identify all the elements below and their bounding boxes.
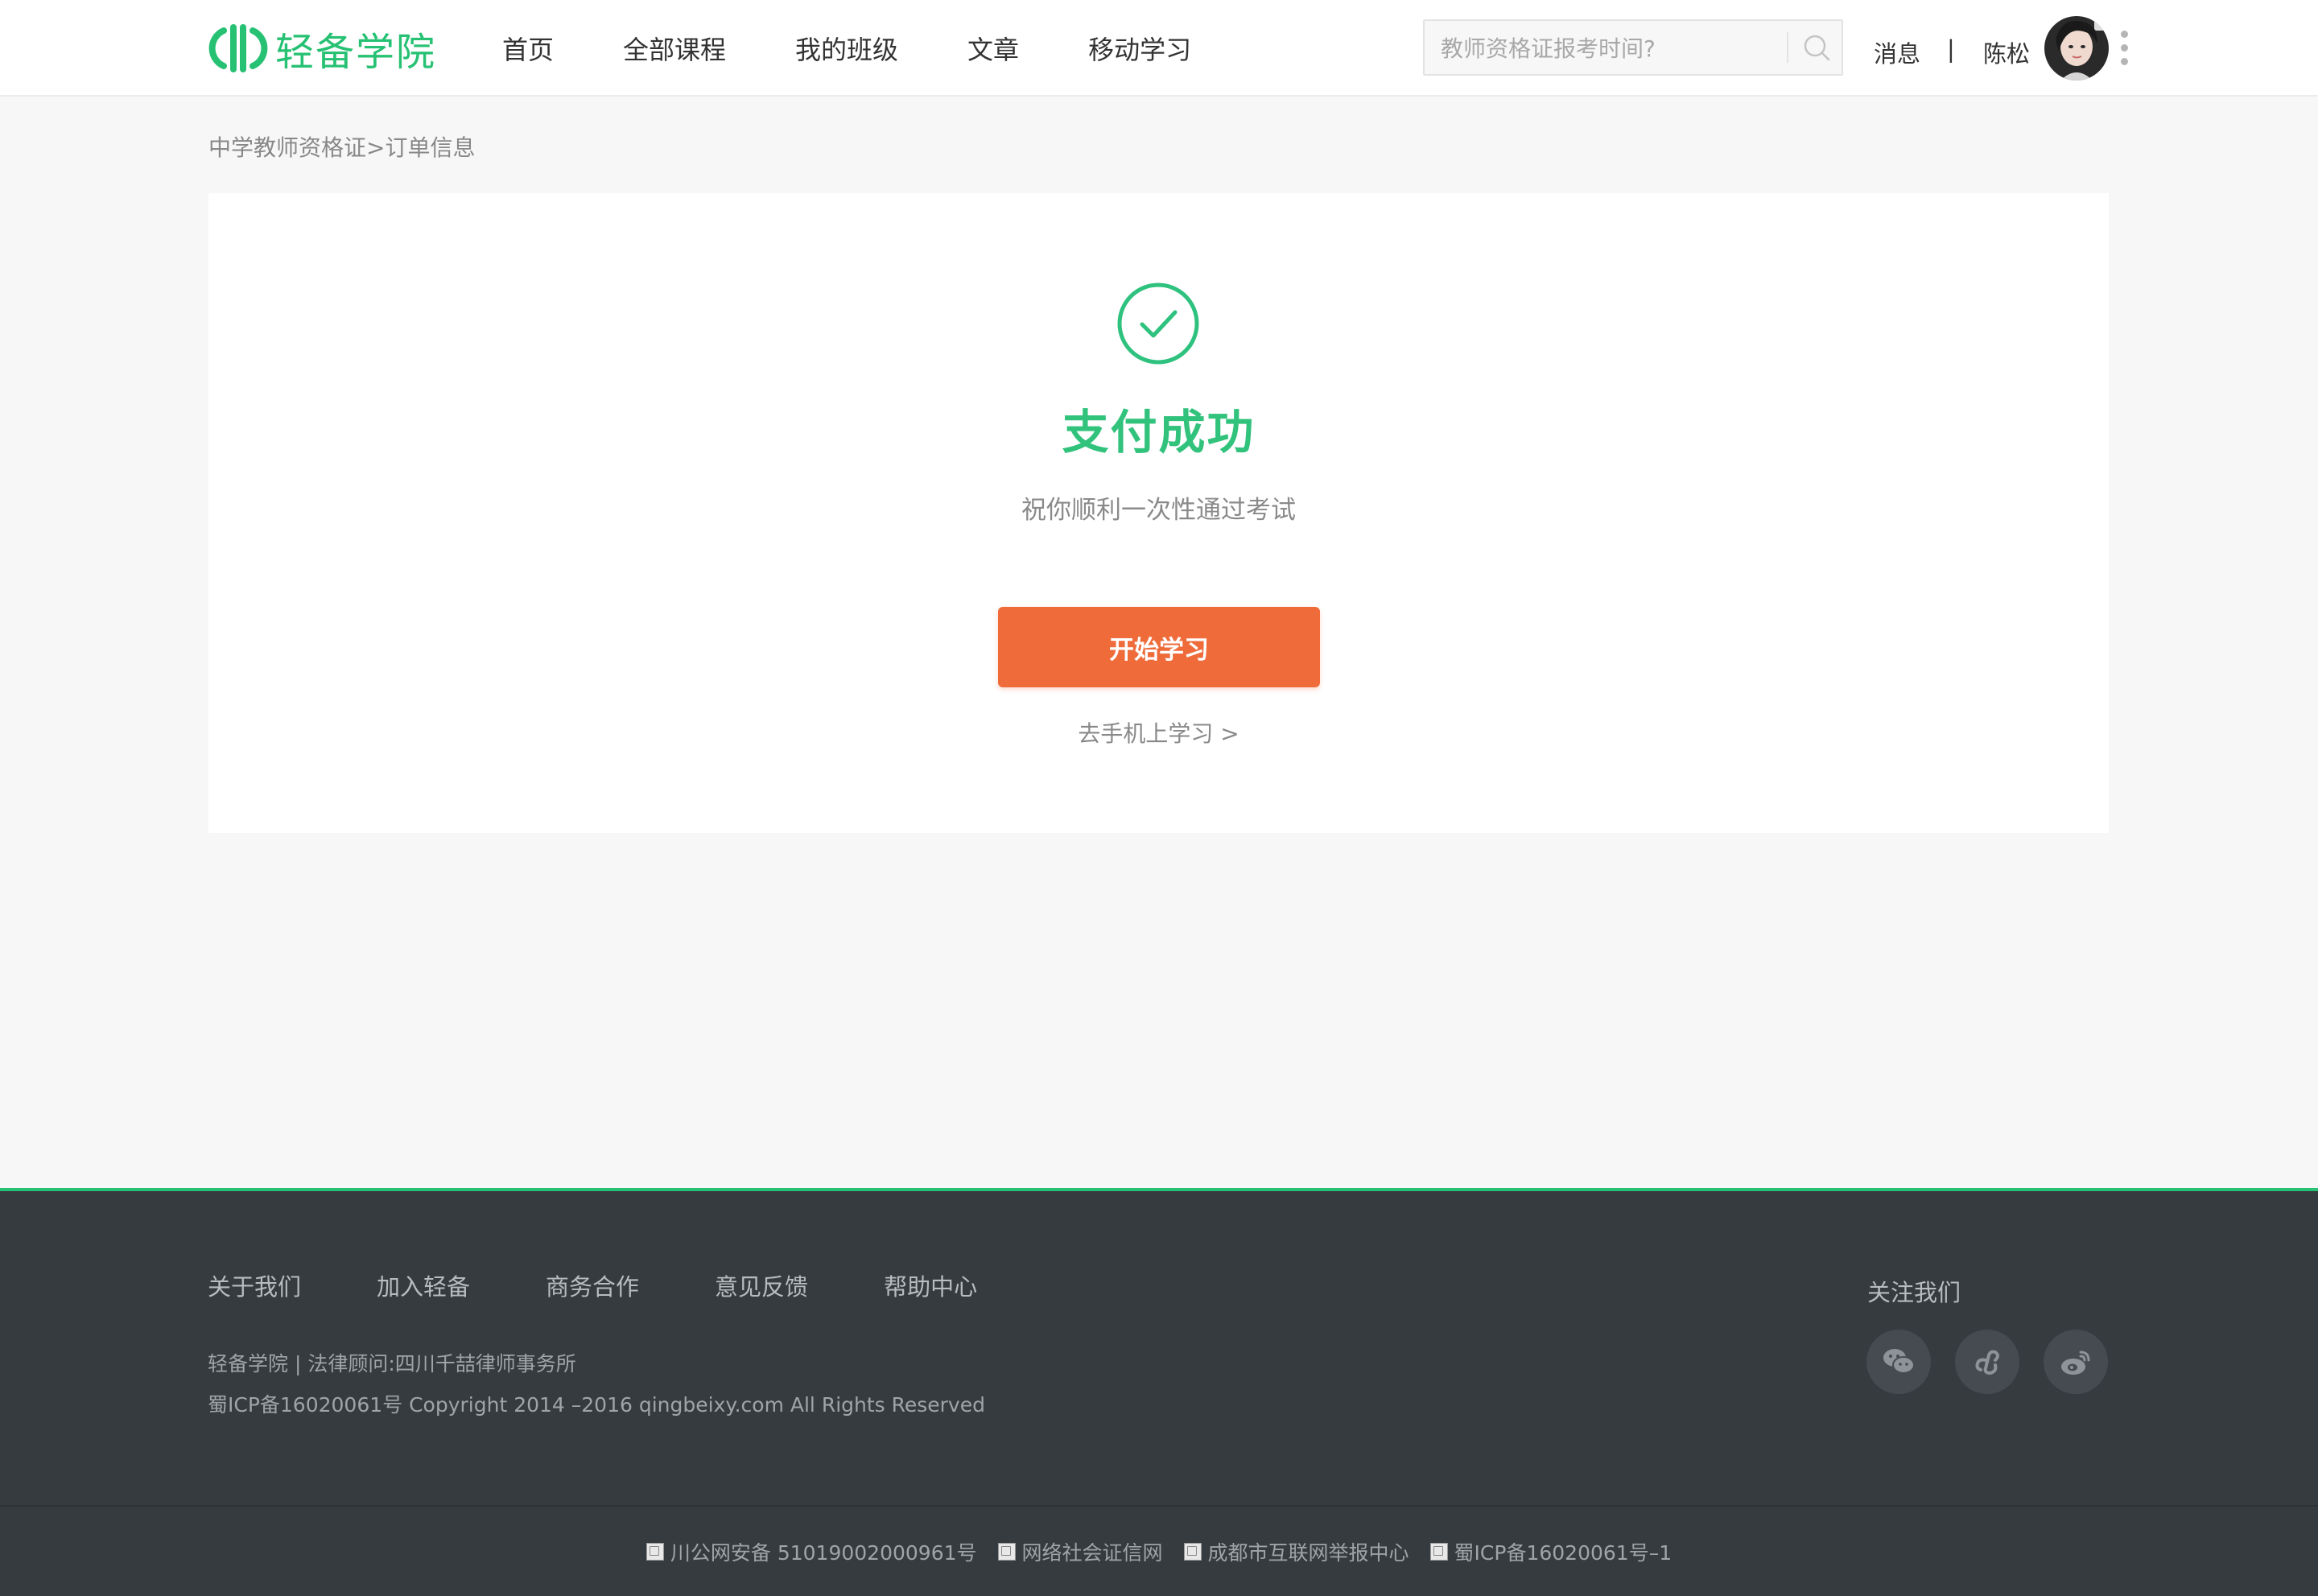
success-title: 支付成功 xyxy=(1062,405,1256,460)
breadcrumb: 中学教师资格证>订单信息 xyxy=(208,130,476,163)
search-box xyxy=(1423,19,1843,76)
payment-result-card: 支付成功 祝你顺利一次性通过考试 开始学习 去手机上学习 > xyxy=(208,193,2109,833)
search-divider xyxy=(1787,32,1788,63)
footer: 关于我们 加入轻备 商务合作 意见反馈 帮助中心 轻备学院 | 法律顾问:四川千… xyxy=(0,1191,2318,1596)
wechat-button[interactable] xyxy=(1866,1330,1931,1394)
footer-bottom-link-icp[interactable]: 蜀ICP备16020061号–1 xyxy=(1429,1537,1673,1566)
footer-bottom-link-label: 成都市互联网举报中心 xyxy=(1207,1540,1409,1565)
search-icon xyxy=(1804,35,1830,61)
nav-mobile-learning[interactable]: 移动学习 xyxy=(1088,30,1191,67)
footer-bottom-link-credit[interactable]: 网络社会证信网 xyxy=(997,1537,1163,1566)
link-button[interactable] xyxy=(1955,1330,2019,1394)
breadcrumb-parent[interactable]: 中学教师资格证 xyxy=(208,134,366,161)
footer-bottom-link-label: 川公网安备 51019002000961号 xyxy=(670,1540,977,1565)
weibo-button[interactable] xyxy=(2044,1330,2108,1394)
success-subtitle: 祝你顺利一次性通过考试 xyxy=(1021,496,1296,525)
nav-home[interactable]: 首页 xyxy=(502,30,554,67)
footer-link-join[interactable]: 加入轻备 xyxy=(377,1268,470,1302)
footer-bottom-links: 川公网安备 51019002000961号 网络社会证信网 成都市互联网举报中心… xyxy=(0,1507,2318,1596)
header-separator: | xyxy=(1947,35,1955,63)
broken-image-icon xyxy=(1183,1542,1202,1561)
start-learning-button[interactable]: 开始学习 xyxy=(998,607,1320,687)
broken-image-icon xyxy=(997,1542,1016,1561)
main-nav: 首页 全部课程 我的班级 文章 移动学习 xyxy=(502,0,1260,97)
mobile-learning-link[interactable]: 去手机上学习 > xyxy=(208,716,2109,749)
footer-link-business[interactable]: 商务合作 xyxy=(546,1268,639,1302)
username-link[interactable]: 陈松 xyxy=(1983,35,2030,69)
footer-bottom-link-label: 蜀ICP备16020061号–1 xyxy=(1454,1540,1673,1565)
footer-bottom-link-report[interactable]: 成都市互联网举报中心 xyxy=(1183,1537,1409,1566)
footer-link-feedback[interactable]: 意见反馈 xyxy=(715,1268,808,1302)
footer-link-help[interactable]: 帮助中心 xyxy=(884,1268,977,1302)
follow-us-title: 关注我们 xyxy=(1867,1279,1961,1306)
broken-image-icon xyxy=(1429,1542,1448,1561)
breadcrumb-arrow: > xyxy=(366,134,386,161)
weibo-icon xyxy=(2061,1351,2090,1375)
top-header: 轻备学院 首页 全部课程 我的班级 文章 移动学习 消息 | 陈松 xyxy=(0,0,2318,97)
breadcrumb-current: 订单信息 xyxy=(385,134,476,161)
nav-articles[interactable]: 文章 xyxy=(967,30,1019,67)
more-icon[interactable] xyxy=(2118,31,2130,68)
avatar-image xyxy=(2044,16,2109,80)
footer-copyright: 蜀ICP备16020061号 Copyright 2014 –2016 qing… xyxy=(208,1393,985,1417)
avatar[interactable] xyxy=(2044,16,2109,80)
broken-image-icon xyxy=(645,1542,664,1561)
check-circle-icon xyxy=(1117,282,1199,365)
footer-links: 关于我们 加入轻备 商务合作 意见反馈 帮助中心 xyxy=(208,1268,1053,1302)
messages-link[interactable]: 消息 xyxy=(1874,35,1920,69)
link-icon xyxy=(1975,1350,1999,1375)
footer-bottom-link-label: 网络社会证信网 xyxy=(1021,1540,1163,1565)
search-input[interactable] xyxy=(1439,21,1780,76)
footer-bottom-link-police[interactable]: 川公网安备 51019002000961号 xyxy=(645,1537,977,1566)
nav-my-class[interactable]: 我的班级 xyxy=(795,30,898,67)
search-button[interactable] xyxy=(1796,29,1837,66)
logo-icon xyxy=(208,24,268,72)
footer-legal-info: 轻备学院 | 法律顾问:四川千喆律师事务所 xyxy=(208,1352,576,1375)
nav-all-courses[interactable]: 全部课程 xyxy=(623,30,726,67)
logo-text: 轻备学院 xyxy=(275,30,437,75)
wechat-icon xyxy=(1883,1349,1915,1374)
footer-link-about[interactable]: 关于我们 xyxy=(208,1268,301,1302)
logo[interactable]: 轻备学院 xyxy=(208,23,437,75)
